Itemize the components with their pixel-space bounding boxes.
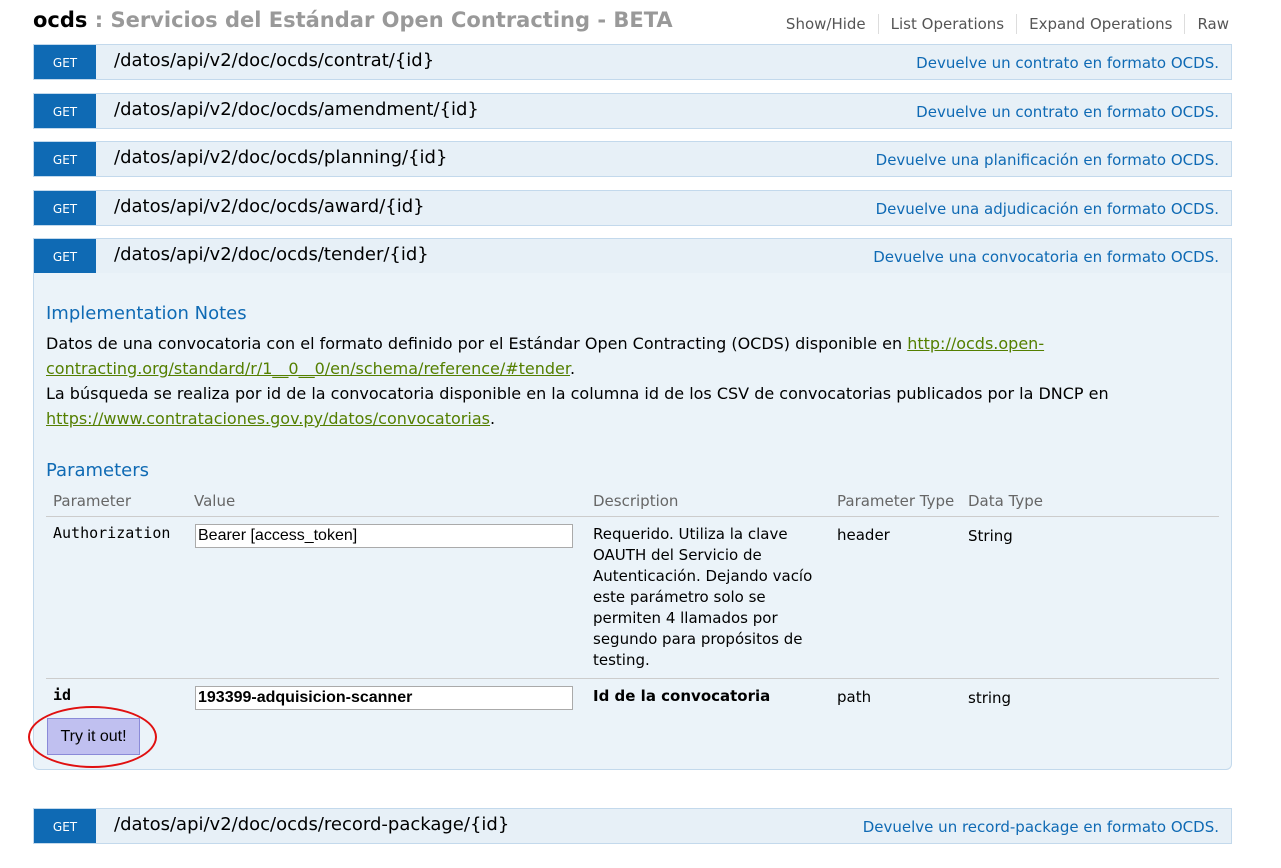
col-data-type: Data Type <box>968 492 1044 510</box>
operation-amendment[interactable]: GET /datos/api/v2/doc/ocds/amendment/{id… <box>33 93 1232 129</box>
operation-path[interactable]: /datos/api/v2/doc/ocds/record-package/{i… <box>114 814 509 835</box>
operation-summary[interactable]: Devuelve una planificación en formato OC… <box>876 151 1219 169</box>
header-divider <box>46 516 1219 517</box>
operation-path[interactable]: /datos/api/v2/doc/ocds/amendment/{id} <box>114 99 479 120</box>
api-subtitle: Servicios del Estándar Open Contracting … <box>110 8 673 32</box>
notes-text: Datos de una convocatoria con el formato… <box>46 334 908 353</box>
desc-line: Requerido. Utiliza la clave <box>593 525 788 543</box>
authorization-input[interactable] <box>195 524 573 548</box>
operation-tender-details: Implementation Notes Datos de una convoc… <box>28 273 1232 770</box>
raw-link[interactable]: Raw <box>1184 14 1231 34</box>
operation-summary[interactable]: Devuelve un record-package en formato OC… <box>863 818 1219 836</box>
param-type-authorization: header <box>837 526 890 544</box>
param-name-authorization: Authorization <box>53 524 171 542</box>
method-badge[interactable]: GET <box>34 94 96 128</box>
operation-planning[interactable]: GET /datos/api/v2/doc/ocds/planning/{id}… <box>33 141 1232 177</box>
ocds-schema-link-cont[interactable]: contracting.org/standard/r/1__0__0/en/sc… <box>46 359 570 378</box>
col-description: Description <box>593 492 679 510</box>
operation-tender[interactable]: GET /datos/api/v2/doc/ocds/tender/{id} D… <box>33 238 1232 274</box>
notes-line-4: https://www.contrataciones.gov.py/datos/… <box>46 409 495 428</box>
operation-path[interactable]: /datos/api/v2/doc/ocds/contrat/{id} <box>114 50 434 71</box>
api-header: ocds : Servicios del Estándar Open Contr… <box>33 4 1231 38</box>
desc-line: permiten 4 llamados por <box>593 609 778 627</box>
notes-period: . <box>489 409 496 428</box>
api-separator: : <box>87 8 111 32</box>
desc-line: Autenticación. Dejando vacío <box>593 567 813 585</box>
operation-summary[interactable]: Devuelve una convocatoria en formato OCD… <box>873 248 1219 266</box>
desc-line: testing. <box>593 651 650 669</box>
desc-line: segundo para propósitos de <box>593 630 803 648</box>
operation-path[interactable]: /datos/api/v2/doc/ocds/tender/{id} <box>114 244 429 265</box>
operation-record-package[interactable]: GET /datos/api/v2/doc/ocds/record-packag… <box>33 808 1232 844</box>
data-type-id: string <box>968 689 1012 707</box>
notes-line-1: Datos de una convocatoria con el formato… <box>46 334 1044 353</box>
param-description-authorization: Requerido. Utiliza la clave OAUTH del Se… <box>593 524 818 671</box>
try-it-out-button[interactable]: Try it out! <box>47 718 140 755</box>
param-type-id: path <box>837 688 872 706</box>
col-value: Value <box>194 492 236 510</box>
desc-line: este parámetro solo se <box>593 588 766 606</box>
data-type-authorization: String <box>968 527 1013 545</box>
param-description-id: Id de la convocatoria <box>593 687 771 705</box>
operation-path[interactable]: /datos/api/v2/doc/ocds/planning/{id} <box>114 147 447 168</box>
id-input[interactable] <box>195 686 573 710</box>
notes-period: . <box>570 359 576 378</box>
operation-award[interactable]: GET /datos/api/v2/doc/ocds/award/{id} De… <box>33 190 1232 226</box>
row-divider <box>46 678 1219 679</box>
method-badge[interactable]: GET <box>34 239 96 273</box>
notes-line-2: contracting.org/standard/r/1__0__0/en/sc… <box>46 359 575 378</box>
header-links: Show/Hide List Operations Expand Operati… <box>774 14 1231 34</box>
method-badge[interactable]: GET <box>34 142 96 176</box>
parameters-title: Parameters <box>46 460 150 481</box>
convocatorias-link[interactable]: https://www.contrataciones.gov.py/datos/… <box>46 409 490 428</box>
operation-path[interactable]: /datos/api/v2/doc/ocds/award/{id} <box>114 196 425 217</box>
list-operations-link[interactable]: List Operations <box>877 14 1016 34</box>
notes-line-3: La búsqueda se realiza por id de la conv… <box>46 384 1109 403</box>
operation-summary[interactable]: Devuelve una adjudicación en formato OCD… <box>876 200 1219 218</box>
ocds-schema-link[interactable]: http://ocds.open- <box>907 334 1044 353</box>
method-badge[interactable]: GET <box>34 45 96 79</box>
method-badge[interactable]: GET <box>34 191 96 225</box>
operation-summary[interactable]: Devuelve un contrato en formato OCDS. <box>916 54 1219 72</box>
method-badge[interactable]: GET <box>34 809 96 843</box>
show-hide-link[interactable]: Show/Hide <box>774 14 878 34</box>
param-name-id: id <box>53 686 72 704</box>
col-parameter: Parameter <box>53 492 132 510</box>
api-title[interactable]: ocds : Servicios del Estándar Open Contr… <box>33 8 673 32</box>
operation-summary[interactable]: Devuelve un contrato en formato OCDS. <box>916 103 1219 121</box>
desc-line: OAUTH del Servicio de <box>593 546 762 564</box>
col-parameter-type: Parameter Type <box>837 492 955 510</box>
expand-operations-link[interactable]: Expand Operations <box>1016 14 1184 34</box>
implementation-notes-title: Implementation Notes <box>46 303 247 324</box>
operation-contrat[interactable]: GET /datos/api/v2/doc/ocds/contrat/{id} … <box>33 44 1232 80</box>
api-name: ocds <box>33 8 88 32</box>
